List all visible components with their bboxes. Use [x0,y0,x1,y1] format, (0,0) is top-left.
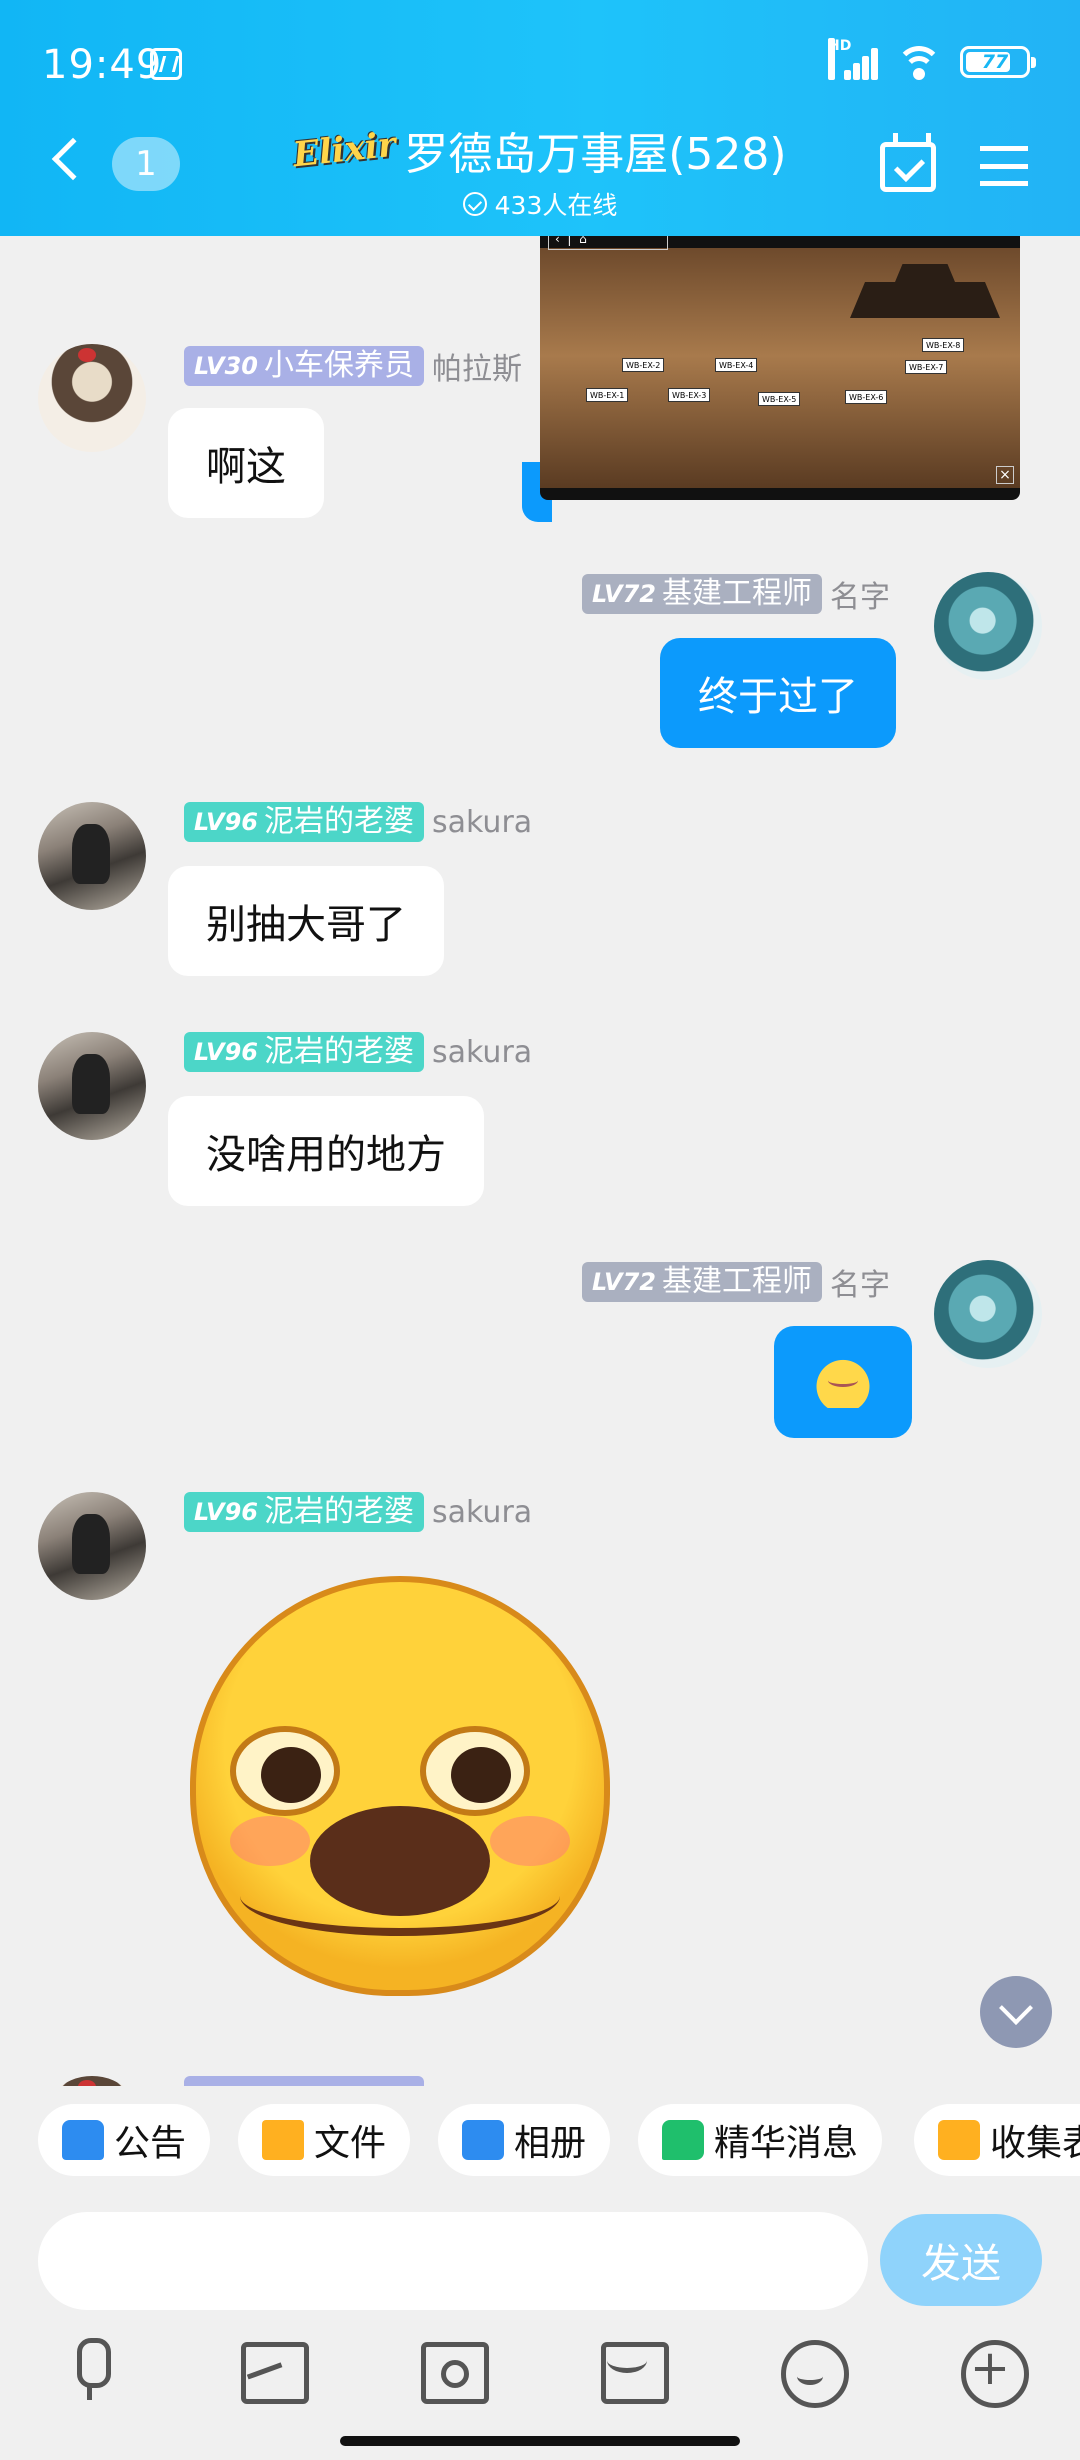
online-count-text: 433人在线 [494,191,618,220]
level-badge: LV96 泥岩的老婆 [184,1032,424,1072]
stage-node: WB-EX-3 [668,388,711,402]
level-badge: LV72 基建工程师 [582,1262,822,1302]
castle-silhouette [850,264,1000,318]
stage-node: WB-EX-6 [845,390,888,404]
chip-essence[interactable]: 精华消息 [638,2104,883,2176]
calendar-check-icon[interactable] [880,133,936,192]
message-list[interactable]: LV30 小车保养员 帕拉斯 啊这 WB-EX-2 WB-EX-4 WB-EX-8… [0,236,1080,2086]
chip-collect[interactable]: 收集表 [914,2104,1080,2176]
sender-info: LV96 泥岩的老婆 sakura [184,802,532,842]
sender-name: sakura [431,804,533,840]
group-logo: Elixir [291,124,399,176]
level-badge: LV30 小车保养员 [184,346,424,386]
red-packet-icon[interactable] [595,2334,669,2404]
chip-files[interactable]: 文件 [238,2104,411,2176]
quick-tools-bar[interactable]: 公告 文件 相册 精华消息 收集表 [0,2086,1080,2186]
level-badge: LV72 基建工程师 [582,574,822,614]
stage-node: WB-EX-2 [622,358,665,372]
wifi-icon [896,44,942,80]
sender-name: 名字 [830,1268,890,1303]
notice-icon [62,2120,104,2160]
action-bar [0,2316,1080,2426]
stage-node: WB-EX-8 [922,338,965,352]
clipboard-icon [938,2120,980,2160]
battery-level: 77 [981,51,1009,73]
pip-toolbar[interactable]: ‹ | ⌂ [548,236,668,250]
stage-node: WB-EX-1 [586,388,629,402]
network-type: HD [828,38,851,80]
composer: 发送 [0,2186,1080,2316]
sender-name: sakura [431,1494,533,1530]
stage-node: WB-EX-4 [715,358,758,372]
avatar[interactable] [934,1260,1042,1368]
avatar[interactable] [38,1032,146,1140]
sender-info: LV30 小车保养员 帕拉斯 [184,344,522,388]
home-indicator[interactable] [340,2436,740,2446]
online-icon [462,192,487,216]
essence-icon [662,2120,704,2160]
send-button[interactable]: 发送 [880,2214,1042,2306]
group-title: 罗德岛万事屋(528) [404,129,787,180]
status-icons: HD 77 [828,38,1036,80]
avatar[interactable] [38,2076,146,2086]
sender-info: LV96 泥岩的老婆 sakura [184,1492,532,1532]
menu-icon[interactable] [980,146,1028,186]
sender-name: 名字 [830,580,890,615]
chip-label: 精华消息 [714,2123,859,2164]
nfc-icon [150,48,182,80]
sender-info: LV96 泥岩的老婆 sakura [184,1032,532,1072]
avatar[interactable] [38,344,146,452]
chip-label: 文件 [314,2123,387,2164]
stage-node: WB-EX-7 [905,360,948,374]
sender-info: LV72 基建工程师 名字 [582,1260,890,1304]
image-icon[interactable] [235,2334,309,2404]
message-bubble[interactable]: 啊这 [168,408,324,518]
status-time: 19:49 [42,42,163,88]
chip-notice[interactable]: 公告 [38,2104,211,2176]
message-bubble[interactable]: 别抽大哥了 [168,866,444,976]
plus-icon[interactable] [955,2334,1029,2408]
level-badge: LV96 泥岩的老婆 [184,1492,424,1532]
stage-node: WB-EX-5 [758,392,801,406]
game-map: WB-EX-2 WB-EX-4 WB-EX-8 WB-EX-7 WB-EX-1 … [540,248,1020,488]
signal-icon: HD [828,38,878,80]
big-yellow-face-sticker[interactable] [190,1576,610,1996]
sender-info: LV72 基建工程师 名字 [582,572,890,616]
folder-icon [262,2120,304,2160]
mic-icon[interactable] [55,2334,125,2404]
close-icon[interactable]: × [996,466,1014,484]
chip-label: 公告 [114,2123,187,2164]
pip-video-window[interactable]: WB-EX-2 WB-EX-4 WB-EX-8 WB-EX-7 WB-EX-1 … [540,236,1020,500]
chat-header: 19:49 HD 77 1 Elixir 罗德岛万事屋(528) 433人在线 [0,0,1080,236]
sticker-bubble[interactable] [774,1326,912,1438]
chip-label: 收集表 [990,2123,1080,2164]
message-input[interactable] [38,2212,868,2310]
chip-label: 相册 [514,2123,587,2164]
sender-name: sakura [431,1034,533,1070]
sender-name: 帕拉斯 [431,352,522,387]
camera-icon[interactable] [415,2334,489,2404]
emoji-icon[interactable] [775,2334,849,2408]
message-bubble[interactable]: 没啥用的地方 [168,1096,484,1206]
scroll-down-button[interactable] [980,1976,1052,2048]
level-badge: LV96 泥岩的老婆 [184,802,424,842]
avatar[interactable] [38,802,146,910]
chip-album[interactable]: 相册 [438,2104,611,2176]
online-count: 433人在线 [462,186,618,222]
avatar[interactable] [38,1492,146,1600]
small-yellow-sticker [808,1354,878,1408]
battery-icon: 77 [960,46,1036,78]
message-bubble[interactable]: 终于过了 [660,638,896,748]
avatar[interactable] [934,572,1042,680]
level-badge [184,2076,424,2086]
album-icon [462,2120,504,2160]
